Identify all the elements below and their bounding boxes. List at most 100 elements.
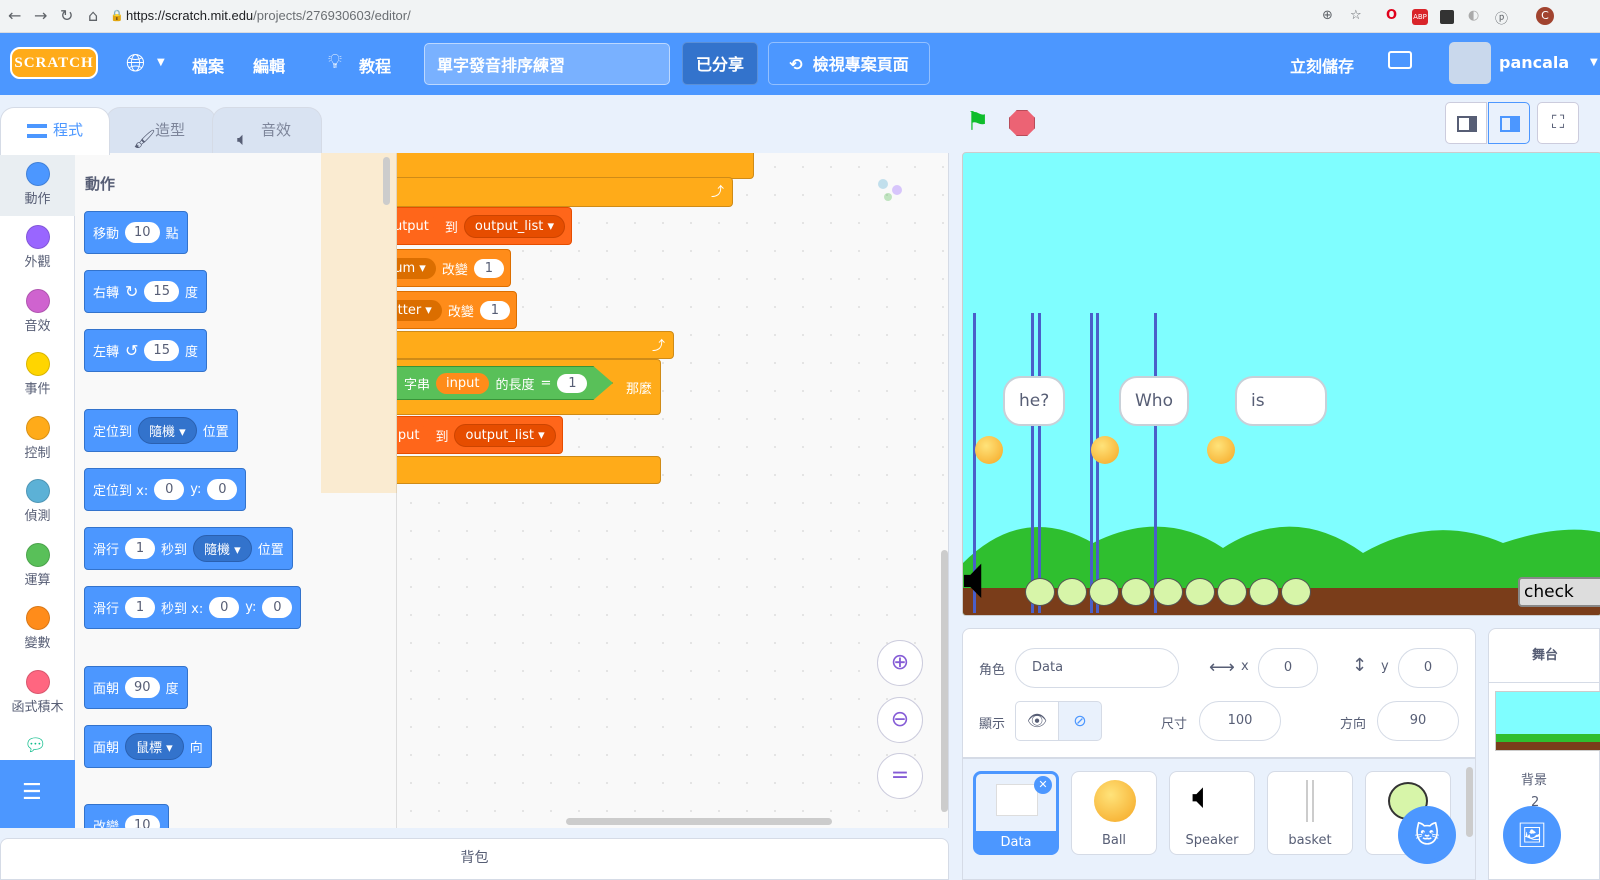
script-vertical-scrollbar[interactable]: [941, 550, 948, 812]
sprite-tile-data[interactable]: ✕ Data: [973, 771, 1059, 855]
x-input[interactable]: 0: [1258, 648, 1318, 688]
y-input[interactable]: 0: [207, 479, 238, 500]
operator-equals[interactable]: 字串 input 的長度 = 1: [397, 366, 613, 400]
goto-target-dropdown[interactable]: 隨機 ▾: [138, 417, 197, 444]
edit-menu[interactable]: 編輯: [253, 53, 285, 77]
category-variables[interactable]: 變數: [0, 597, 75, 660]
tutorials-menu[interactable]: 教程: [359, 53, 391, 77]
shared-button[interactable]: 已分享: [682, 42, 758, 85]
profile-avatar[interactable]: C: [1536, 7, 1554, 25]
direction-input[interactable]: 90: [1377, 701, 1459, 741]
output-reporter[interactable]: output: [397, 215, 439, 237]
reload-icon[interactable]: ↻: [60, 6, 73, 25]
hide-button[interactable]: ⊘: [1058, 701, 1102, 741]
adblock-extension-icon[interactable]: ABP: [1412, 9, 1428, 25]
category-sensing[interactable]: 偵測: [0, 470, 75, 533]
sprite-tile-speaker[interactable]: 🔈︎ Speaker: [1169, 771, 1255, 855]
chevron-down-icon[interactable]: ▼: [157, 57, 165, 68]
change-value-input[interactable]: 1: [473, 258, 504, 278]
folder-icon[interactable]: [1388, 51, 1412, 69]
stop-icon[interactable]: [1009, 110, 1035, 136]
size-input[interactable]: 100: [1199, 701, 1281, 741]
list-dropdown[interactable]: output_list ▾: [454, 423, 556, 447]
glide-target-dropdown[interactable]: 隨機 ▾: [193, 535, 252, 562]
speaker-sprite-icon[interactable]: 🔈︎: [963, 543, 999, 613]
input-reporter[interactable]: input: [397, 424, 430, 446]
ball-sprite[interactable]: [1207, 436, 1235, 464]
add-backdrop-button[interactable]: 🖼︎: [1503, 806, 1561, 864]
apple-sprite[interactable]: [1153, 578, 1183, 606]
user-avatar[interactable]: [1449, 42, 1491, 84]
block-goto[interactable]: 定位到 隨機 ▾ 位置: [84, 409, 238, 452]
apple-sprite[interactable]: [1249, 578, 1279, 606]
palette-scrollbar[interactable]: [383, 157, 390, 205]
script-horizontal-scrollbar[interactable]: [566, 818, 832, 825]
degrees-input[interactable]: 15: [144, 340, 179, 361]
ball-sprite[interactable]: [1091, 436, 1119, 464]
category-operators[interactable]: 運算: [0, 534, 75, 597]
zoom-reset-button[interactable]: =: [877, 753, 923, 799]
bookmark-star-icon[interactable]: ☆: [1350, 8, 1362, 23]
block-turn-left[interactable]: 左轉 ↺ 15 度: [84, 329, 207, 372]
username[interactable]: pancala: [1499, 53, 1569, 72]
scratch-logo[interactable]: SCRATCH: [10, 47, 98, 79]
globe-icon[interactable]: 🌐︎: [126, 49, 145, 77]
sprite-name-input[interactable]: Data: [1015, 648, 1179, 688]
block-point-in-direction[interactable]: 面朝 90 度: [84, 666, 188, 709]
apple-sprite[interactable]: [1185, 578, 1215, 606]
category-control[interactable]: 控制: [0, 407, 75, 470]
address-bar[interactable]: https://scratch.mit.edu/projects/2769306…: [126, 8, 411, 23]
sprite-tile-basket[interactable]: basket: [1267, 771, 1353, 855]
home-icon[interactable]: ⌂: [88, 6, 98, 25]
project-title-input[interactable]: [424, 43, 670, 85]
zoom-icon[interactable]: ⊕: [1322, 8, 1333, 23]
category-events[interactable]: 事件: [0, 343, 75, 406]
change-input[interactable]: 10: [125, 815, 160, 828]
change-value-input[interactable]: 1: [479, 300, 510, 320]
see-project-page-button[interactable]: ⟲ 檢視專案頁面: [768, 42, 930, 85]
block-goto-xy[interactable]: 定位到 x: 0 y: 0: [84, 468, 247, 511]
y-input[interactable]: 0: [262, 597, 293, 618]
forward-icon[interactable]: →: [34, 6, 47, 25]
show-visible-button[interactable]: 👁︎: [1015, 701, 1059, 741]
control-if-end[interactable]: [397, 456, 661, 484]
block-point-towards[interactable]: 面朝 鼠標 ▾ 向: [84, 725, 212, 768]
file-menu[interactable]: 檔案: [192, 53, 224, 77]
extension-icon[interactable]: [1440, 10, 1454, 24]
apple-sprite[interactable]: [1025, 578, 1055, 606]
category-my-blocks[interactable]: 函式積木: [0, 661, 75, 724]
small-stage-button[interactable]: [1445, 102, 1487, 144]
x-input[interactable]: 0: [154, 479, 185, 500]
sprite-list-scrollbar[interactable]: [1466, 767, 1473, 837]
steps-input[interactable]: 10: [125, 222, 160, 243]
stage-canvas[interactable]: he? Who is 🔈︎ check: [962, 152, 1600, 616]
fullscreen-button[interactable]: ⛶: [1537, 102, 1579, 144]
extension-icon-2[interactable]: ◐: [1468, 8, 1479, 23]
equals-value-input[interactable]: 1: [557, 373, 588, 393]
apple-sprite[interactable]: [1089, 578, 1119, 606]
pinterest-extension-icon[interactable]: ⓟ: [1495, 8, 1508, 27]
apple-sprite[interactable]: [1121, 578, 1151, 606]
delete-sprite-icon[interactable]: ✕: [1034, 776, 1052, 794]
save-now-button[interactable]: 立刻儲存: [1290, 53, 1354, 77]
apple-sprite[interactable]: [1217, 578, 1247, 606]
account-chevron-icon[interactable]: ▼: [1590, 57, 1598, 68]
green-flag-icon[interactable]: ⚑: [966, 107, 989, 137]
add-extension-button[interactable]: ☰: [0, 760, 75, 828]
tab-costumes[interactable]: 🖌︎ 造型: [106, 107, 216, 153]
control-loop-end-2[interactable]: ⤴: [397, 331, 674, 359]
opera-extension-icon[interactable]: O: [1386, 8, 1397, 23]
backpack[interactable]: 背包: [0, 838, 949, 880]
back-icon[interactable]: ←: [8, 6, 21, 25]
block-turn-right[interactable]: 右轉 ↻ 15 度: [84, 270, 207, 313]
input-reporter[interactable]: input: [436, 372, 490, 394]
block-move-steps[interactable]: 移動 10 點: [84, 211, 188, 254]
degrees-input[interactable]: 15: [144, 281, 179, 302]
zoom-out-button[interactable]: ⊖: [877, 697, 923, 743]
block-change-num[interactable]: 變數num ▾改變1: [397, 249, 511, 287]
control-block-end[interactable]: [397, 153, 754, 179]
control-loop-end[interactable]: ⤴: [397, 177, 733, 207]
category-sound[interactable]: 音效: [0, 280, 75, 343]
y-input[interactable]: 0: [1398, 648, 1458, 688]
block-change-x[interactable]: 改變 10: [84, 804, 169, 828]
